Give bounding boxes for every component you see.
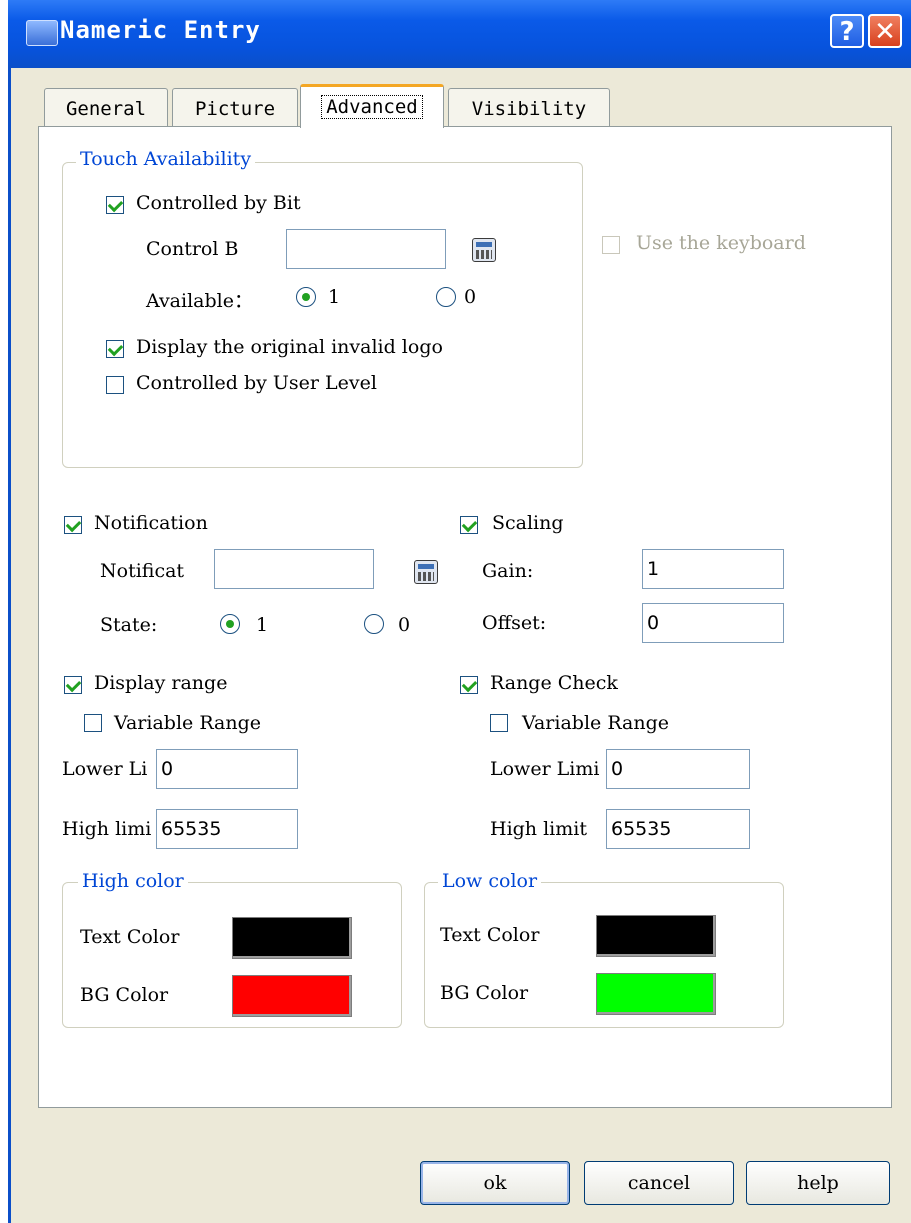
notification-label: Notification <box>94 512 208 534</box>
state-radio-0-label: 0 <box>398 614 411 636</box>
notification-address-input[interactable] <box>214 549 374 589</box>
range-high-limit-label: High limit <box>490 818 587 840</box>
window-title: Nameric Entry <box>60 16 261 44</box>
calculator-icon[interactable] <box>414 560 438 584</box>
help-button[interactable]: help <box>746 1161 890 1205</box>
display-variable-range-checkbox[interactable] <box>84 714 102 732</box>
tab-label: General <box>65 98 147 120</box>
ok-button[interactable]: ok <box>420 1161 570 1205</box>
controlled-by-user-level-checkbox[interactable] <box>106 376 124 394</box>
cancel-button[interactable]: cancel <box>584 1161 734 1205</box>
low-color-legend: Low color <box>438 870 542 892</box>
display-invalid-logo-label: Display the original invalid logo <box>136 336 443 358</box>
use-keyboard-label: Use the keyboard <box>636 232 806 254</box>
gain-label: Gain: <box>482 560 534 582</box>
high-text-color-label: Text Color <box>80 926 180 948</box>
tab-label: Advanced <box>321 95 423 119</box>
tab-visibility[interactable]: Visibility <box>448 88 610 126</box>
use-keyboard-checkbox[interactable] <box>602 236 620 254</box>
title-bar[interactable]: Nameric Entry <box>8 0 911 68</box>
display-high-limit-input[interactable]: 65535 <box>156 809 298 849</box>
high-color-legend: High color <box>78 870 188 892</box>
available-radio-0[interactable] <box>436 287 456 307</box>
range-lower-limit-label: Lower Limi <box>490 758 600 780</box>
range-variable-range-label: Variable Range <box>522 712 670 734</box>
high-text-color-swatch[interactable] <box>232 917 352 959</box>
controlled-by-user-level-label: Controlled by User Level <box>136 372 377 394</box>
control-bit-label: Control B <box>146 238 239 260</box>
control-bit-input[interactable] <box>286 229 446 269</box>
close-icon[interactable]: ✕ <box>868 14 902 48</box>
range-lower-limit-input[interactable]: 0 <box>606 749 750 789</box>
offset-label: Offset: <box>482 612 547 634</box>
controlled-by-bit-label: Controlled by Bit <box>136 192 301 214</box>
display-invalid-logo-checkbox[interactable] <box>106 340 124 358</box>
tab-label: Picture <box>194 98 276 120</box>
controlled-by-bit-checkbox[interactable] <box>106 196 124 214</box>
help-icon[interactable]: ? <box>830 14 864 48</box>
low-text-color-swatch[interactable] <box>596 915 716 957</box>
notification-checkbox[interactable] <box>64 516 82 534</box>
tab-advanced[interactable]: Advanced <box>300 84 444 128</box>
state-radio-1-label: 1 <box>256 614 269 636</box>
state-radio-0[interactable] <box>364 614 384 634</box>
range-high-limit-input[interactable]: 65535 <box>606 809 750 849</box>
available-label: Available： <box>146 290 253 312</box>
app-icon <box>26 20 58 46</box>
low-bg-color-swatch[interactable] <box>596 973 716 1015</box>
display-lower-limit-input[interactable]: 0 <box>156 749 298 789</box>
state-radio-1[interactable] <box>220 614 240 634</box>
display-lower-limit-label: Lower Li <box>62 758 148 780</box>
low-text-color-label: Text Color <box>440 924 540 946</box>
offset-input[interactable]: 0 <box>642 603 784 643</box>
notification-address-label: Notificat <box>100 560 185 582</box>
high-bg-color-swatch[interactable] <box>232 975 352 1017</box>
calculator-icon[interactable] <box>472 238 496 262</box>
tab-label: Visibility <box>471 98 587 120</box>
state-label: State: <box>100 614 158 636</box>
gain-input[interactable]: 1 <box>642 549 784 589</box>
scaling-checkbox[interactable] <box>460 516 478 534</box>
available-radio-1[interactable] <box>296 287 316 307</box>
range-variable-range-checkbox[interactable] <box>490 714 508 732</box>
scaling-label: Scaling <box>492 512 564 534</box>
display-range-checkbox[interactable] <box>64 676 82 694</box>
tab-general[interactable]: General <box>44 88 168 126</box>
available-radio-1-label: 1 <box>328 286 341 308</box>
high-bg-color-label: BG Color <box>80 984 169 1006</box>
display-high-limit-label: High limi <box>62 818 152 840</box>
window-left-border <box>8 68 11 1223</box>
low-bg-color-label: BG Color <box>440 982 529 1004</box>
display-range-label: Display range <box>94 672 228 694</box>
display-variable-range-label: Variable Range <box>114 712 262 734</box>
touch-availability-legend: Touch Availability <box>76 148 256 170</box>
available-radio-0-label: 0 <box>464 286 477 308</box>
range-check-checkbox[interactable] <box>460 676 478 694</box>
range-check-label: Range Check <box>490 672 618 694</box>
tab-picture[interactable]: Picture <box>172 88 298 126</box>
